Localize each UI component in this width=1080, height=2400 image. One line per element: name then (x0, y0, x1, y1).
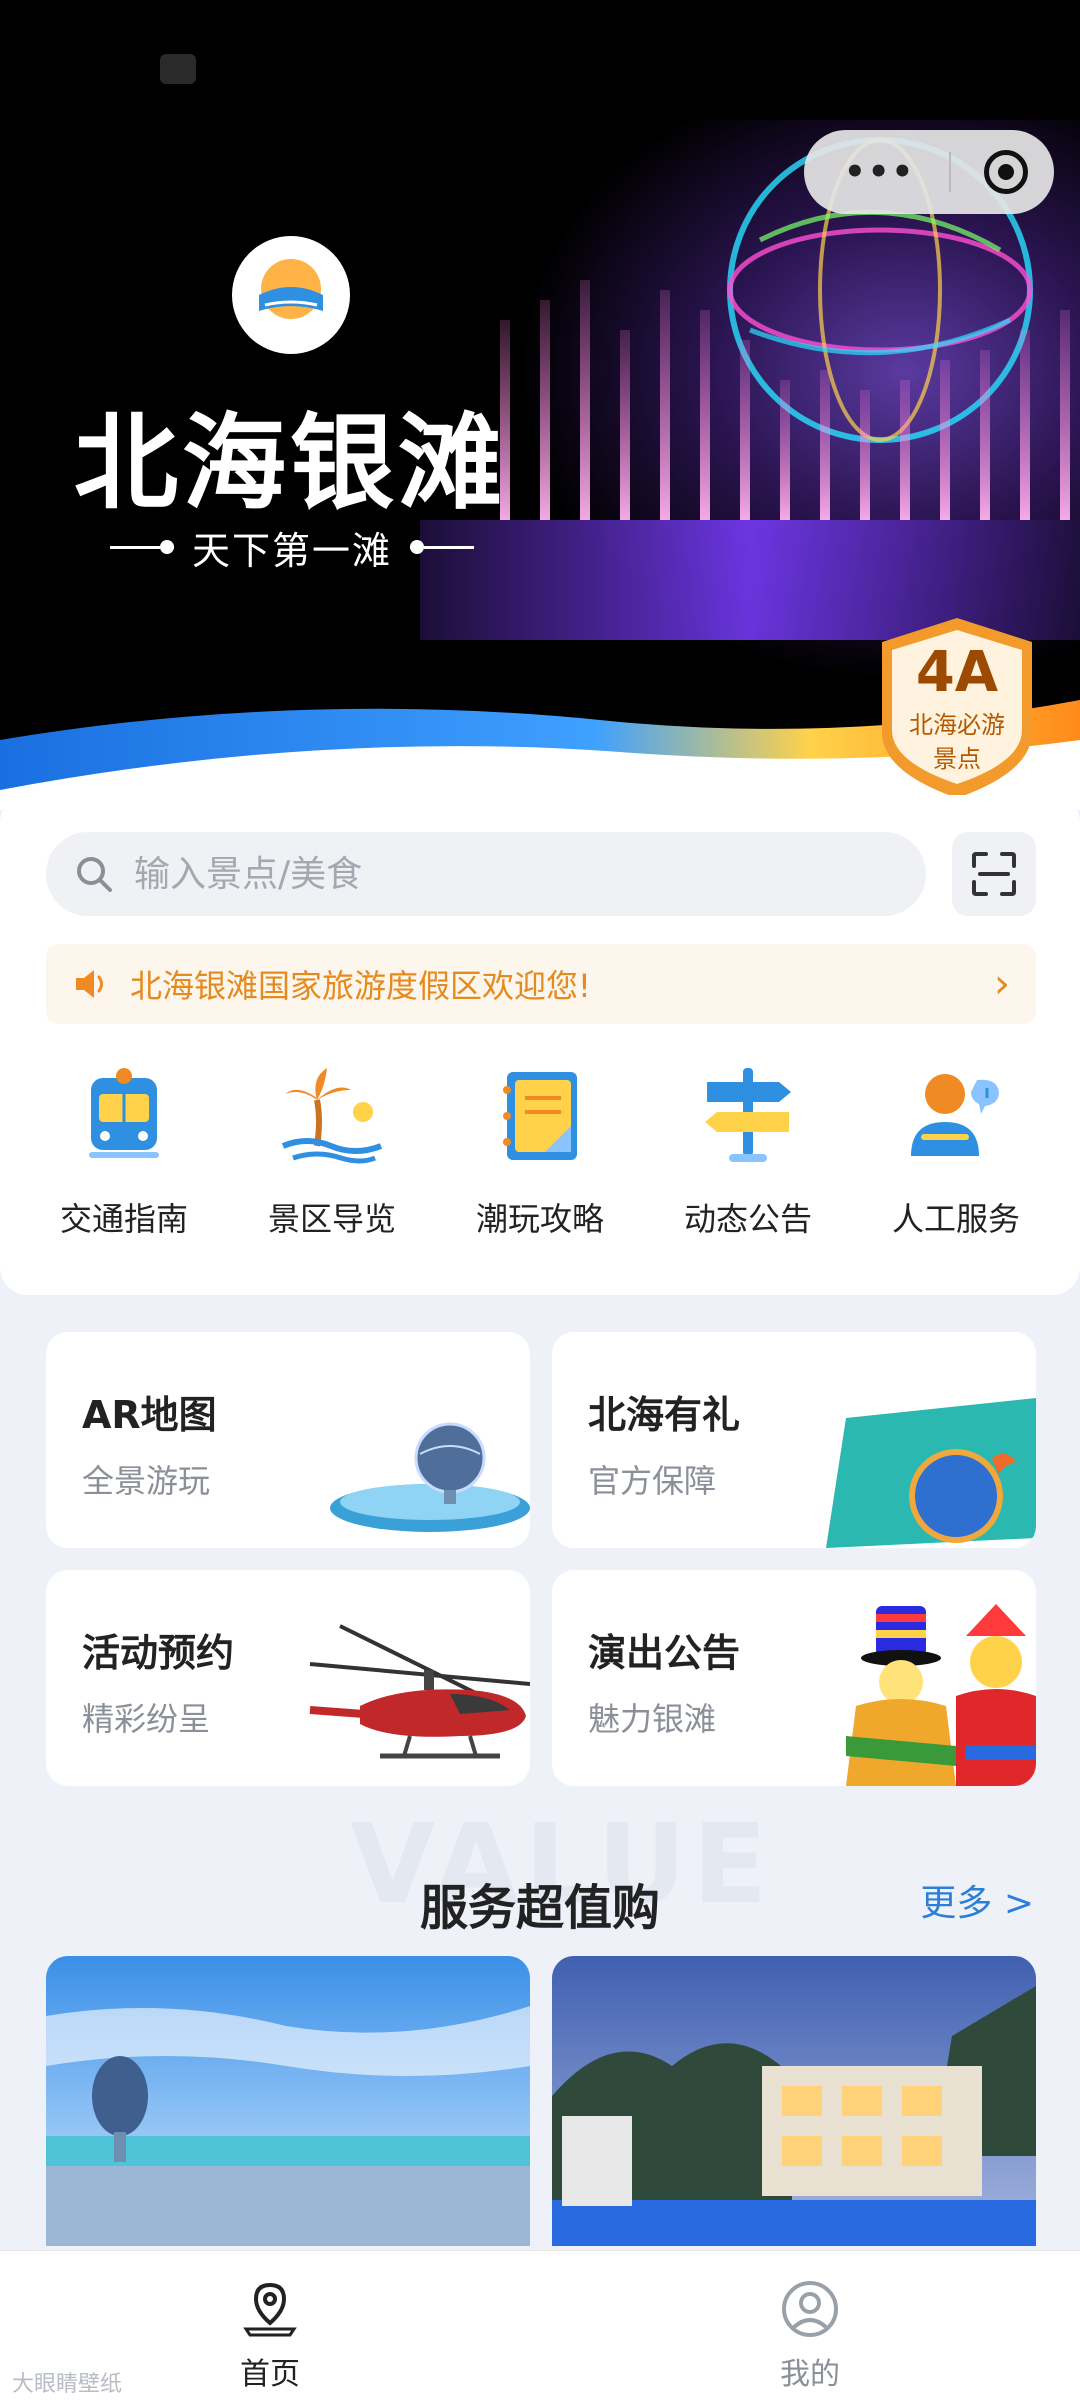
nav-item-human-service[interactable]: 人工服务 (861, 1060, 1051, 1260)
hero-title: 北海银滩 (74, 402, 507, 524)
target-icon[interactable] (983, 150, 1028, 194)
product-card-hotel[interactable] (552, 1956, 1036, 2246)
feature-subtitle: 精彩纷呈 (82, 1700, 211, 1738)
feature-subtitle: 魅力银滩 (588, 1700, 717, 1738)
search-icon (77, 857, 112, 892)
beach-plaza-image (46, 1956, 530, 2246)
sunset-logo-icon (259, 259, 323, 319)
scan-button[interactable] (952, 832, 1036, 916)
feature-title: 北海有礼 (588, 1393, 741, 1437)
product-card-beach[interactable] (46, 1956, 530, 2246)
feature-title: AR地图 (82, 1393, 217, 1437)
tab-mine[interactable]: 我的 (540, 2251, 1080, 2400)
nav-item-announcements[interactable]: 动态公告 (653, 1060, 843, 1260)
quick-nav: 交通指南 景区导览 潮玩攻略 动态公告 人工服务 (0, 1060, 1080, 1260)
section-title: 服务超值购 (419, 1880, 660, 1936)
user-profile-icon (782, 2281, 838, 2337)
feature-subtitle: 官方保障 (588, 1462, 717, 1500)
clown-figures-image (846, 1604, 1036, 1786)
nav-label: 动态公告 (683, 1200, 812, 1238)
nav-item-scenic-guide[interactable]: 景区导览 (237, 1060, 427, 1260)
feature-title: 活动预约 (82, 1631, 235, 1675)
feature-subtitle: 全景游玩 (82, 1462, 211, 1500)
island-icon (281, 1068, 383, 1164)
nav-item-play-guide[interactable]: 潮玩攻略 (445, 1060, 635, 1260)
status-bar-app-icon (160, 54, 196, 84)
notice-text: 北海银滩国家旅游度假区欢迎您! (130, 967, 591, 1005)
feature-title: 演出公告 (588, 1631, 741, 1675)
bottom-tab-bar: 首页 我的 (0, 2250, 1080, 2400)
hero-subtitle: 天下第一滩 (192, 529, 393, 573)
tab-label: 首页 (240, 2357, 300, 2392)
badge-caption-line2: 景点 (933, 745, 981, 773)
hero-banner: ••• 北海银滩 天下第一滩 4A 北海必游 景点 (0, 0, 1080, 810)
more-link[interactable]: 更多 > (920, 1874, 1034, 1926)
scan-icon (972, 852, 1016, 896)
search-input[interactable] (134, 853, 894, 895)
hotel-pool-image (552, 1956, 1036, 2246)
feature-card-ar-map[interactable]: AR地图 全景游玩 (46, 1332, 530, 1548)
notebook-icon (503, 1072, 577, 1160)
support-person-icon (911, 1074, 999, 1156)
nav-label: 潮玩攻略 (475, 1200, 604, 1238)
subtitle-left-ornament (110, 540, 174, 554)
more-dots-icon[interactable]: ••• (844, 152, 915, 192)
hero-subtitle-group: 天下第一滩 (110, 520, 475, 575)
feature-card-activity-booking[interactable]: 活动预约 精彩纷呈 (46, 1570, 530, 1786)
badge-caption: 北海必游 景点 (862, 708, 1052, 776)
gift-card-image (826, 1398, 1036, 1548)
nav-label: 交通指南 (59, 1200, 188, 1238)
speaker-icon (76, 970, 103, 998)
watermark: 大眼睛壁纸 (12, 2372, 123, 2397)
nav-item-traffic-guide[interactable]: 交通指南 (29, 1060, 219, 1260)
search-bar[interactable] (46, 832, 926, 916)
notice-bar[interactable]: 北海银滩国家旅游度假区欢迎您! › (46, 944, 1036, 1024)
feature-card-performance-notice[interactable]: 演出公告 魅力银滩 (552, 1570, 1036, 1786)
nav-label: 景区导览 (267, 1200, 396, 1238)
chevron-right-icon: › (994, 961, 1010, 1007)
badge-grade: 4A (915, 640, 999, 705)
rating-badge: 4A 北海必游 景点 (862, 612, 1052, 802)
ar-globe-image (330, 1422, 530, 1532)
helicopter-image (309, 1624, 530, 1759)
tab-label: 我的 (780, 2357, 840, 2392)
capsule-divider (948, 152, 951, 192)
badge-caption-line1: 北海必游 (909, 711, 1005, 739)
location-pin-icon (243, 2282, 297, 2337)
signpost-icon (705, 1068, 791, 1162)
subtitle-right-ornament (410, 540, 475, 554)
nav-label: 人工服务 (891, 1200, 1020, 1238)
scenic-logo (232, 236, 350, 354)
train-icon (89, 1068, 159, 1158)
mini-program-capsule[interactable]: ••• (804, 130, 1054, 214)
feature-card-beihai-gift[interactable]: 北海有礼 官方保障 (552, 1332, 1036, 1548)
